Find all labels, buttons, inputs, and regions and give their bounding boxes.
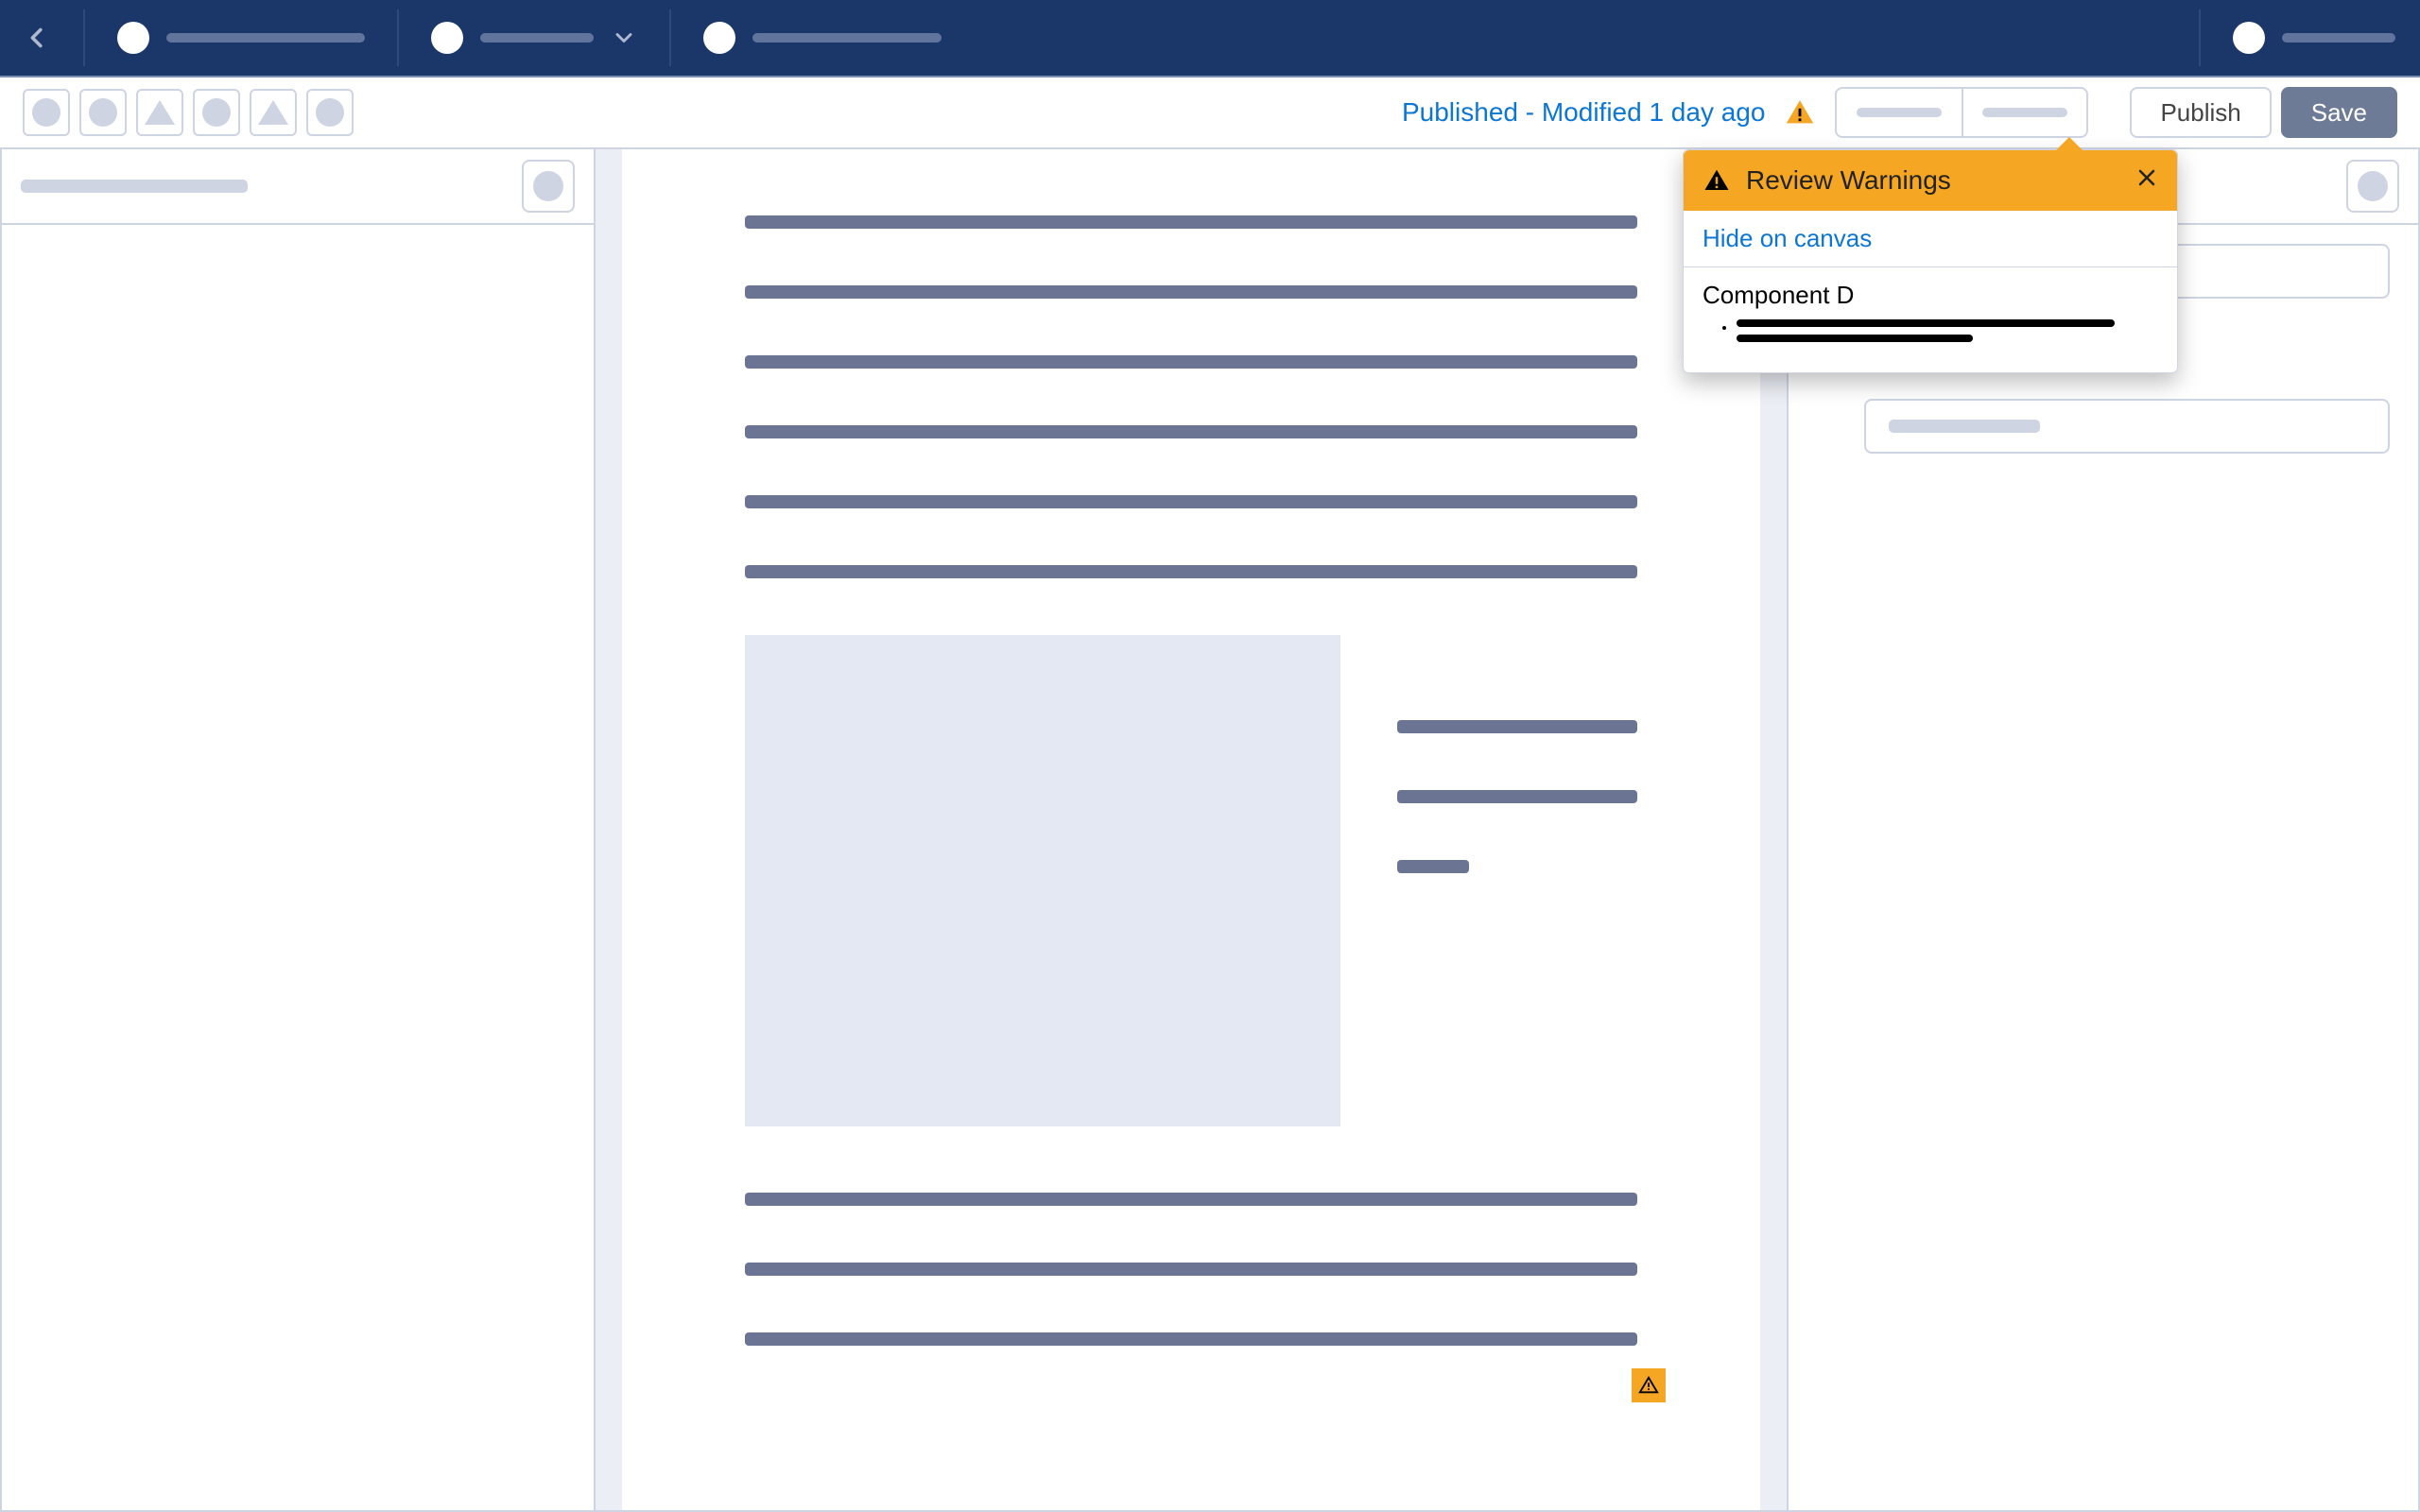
warning-icon bbox=[1703, 166, 1731, 195]
nav-tab-2[interactable] bbox=[416, 22, 652, 54]
panel-title bbox=[21, 180, 248, 193]
tab-label bbox=[752, 33, 942, 43]
tool-button-1[interactable] bbox=[23, 89, 70, 136]
status-text[interactable]: Published - Modified 1 day ago bbox=[1402, 97, 1765, 128]
tool-button-6[interactable] bbox=[306, 89, 354, 136]
segment-1[interactable] bbox=[1837, 89, 1962, 136]
tool-button-2[interactable] bbox=[79, 89, 127, 136]
popover-header: Review Warnings bbox=[1684, 150, 2177, 211]
text-block-3[interactable] bbox=[745, 1193, 1637, 1346]
segment-2[interactable] bbox=[1962, 89, 2086, 136]
global-header bbox=[0, 0, 2420, 77]
segmented-control bbox=[1835, 87, 2088, 138]
panel-action[interactable] bbox=[2346, 160, 2399, 213]
popover-arrow bbox=[2056, 137, 2083, 150]
divider bbox=[2199, 9, 2201, 66]
property-card-2[interactable] bbox=[1864, 399, 2390, 454]
avatar bbox=[2233, 22, 2265, 54]
arrow-left-icon bbox=[22, 22, 54, 54]
left-panel bbox=[0, 149, 596, 1512]
tab-label bbox=[166, 33, 365, 43]
tool-button-4[interactable] bbox=[193, 89, 240, 136]
warning-icon bbox=[1784, 96, 1816, 129]
warnings-popover: Review Warnings Hide on canvas Component… bbox=[1683, 149, 2178, 373]
save-button[interactable]: Save bbox=[2281, 87, 2397, 138]
close-icon bbox=[2135, 166, 2158, 189]
warning-messages bbox=[1703, 319, 2158, 342]
tab-label bbox=[480, 33, 594, 43]
text-block-2[interactable] bbox=[1397, 635, 1637, 1126]
tab-icon bbox=[431, 22, 463, 54]
warning-icon bbox=[1638, 1375, 1659, 1396]
tab-icon bbox=[117, 22, 149, 54]
panel-action[interactable] bbox=[522, 160, 575, 213]
divider bbox=[397, 9, 399, 66]
divider bbox=[83, 9, 85, 66]
nav-tab-1[interactable] bbox=[102, 22, 380, 54]
canvas-area bbox=[596, 149, 1789, 1512]
image-placeholder[interactable] bbox=[745, 635, 1340, 1126]
back-button[interactable] bbox=[9, 0, 66, 77]
warnings-trigger[interactable] bbox=[1782, 96, 1818, 129]
tool-button-3[interactable] bbox=[136, 89, 183, 136]
user-label bbox=[2282, 33, 2395, 43]
user-menu[interactable] bbox=[2218, 22, 2411, 54]
popover-title: Review Warnings bbox=[1746, 165, 2120, 196]
popover-body: Component D bbox=[1684, 267, 2177, 372]
left-panel-header bbox=[2, 149, 594, 225]
warning-component-name: Component D bbox=[1703, 281, 2158, 310]
close-button[interactable] bbox=[2135, 164, 2158, 197]
nav-tab-3[interactable] bbox=[688, 22, 957, 54]
component-warning-badge[interactable] bbox=[1632, 1368, 1666, 1402]
publish-button[interactable]: Publish bbox=[2130, 87, 2271, 138]
warning-message bbox=[1737, 319, 2158, 342]
hide-on-canvas-link[interactable]: Hide on canvas bbox=[1684, 211, 2177, 267]
image-text-row[interactable] bbox=[745, 635, 1637, 1126]
tab-icon bbox=[703, 22, 735, 54]
divider bbox=[669, 9, 671, 66]
chevron-down-icon bbox=[611, 25, 637, 51]
tool-button-5[interactable] bbox=[250, 89, 297, 136]
canvas[interactable] bbox=[622, 149, 1760, 1510]
text-block-1[interactable] bbox=[745, 215, 1637, 578]
